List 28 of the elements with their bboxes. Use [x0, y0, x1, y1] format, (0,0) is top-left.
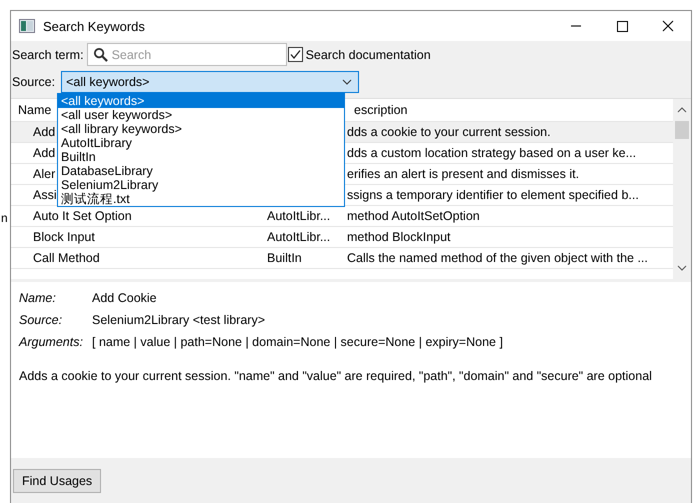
table-cell: Add — [33, 146, 56, 160]
field-value: [ name | value | path=None | domain=None | secure=None | expiry=None ] — [92, 335, 503, 349]
table-cell: method AutoItSetOption — [347, 209, 480, 223]
table-cell: Calls the named method of the given object with the ... — [347, 251, 648, 265]
field-label: Arguments: — [19, 335, 84, 349]
source-label: Source: — [12, 74, 56, 88]
table-cell: erifies an alert is present and dismisses it. — [347, 167, 580, 181]
table-cell: BuiltIn — [267, 251, 302, 265]
field-value: Add Cookie — [92, 291, 157, 305]
table-cell: ssigns a temporary identifier to element specified b... — [347, 188, 639, 202]
table-cell: dds a cookie to your current session. — [347, 125, 551, 139]
field-label: Name: — [19, 291, 57, 305]
table-cell: method BlockInput — [347, 230, 451, 244]
search-term-label: Search term: — [12, 48, 84, 62]
table-cell: dds a custom location strategy based on a user ke... — [347, 146, 636, 160]
table-cell: Call Method — [33, 251, 100, 265]
table-cell: AutoItLibr... — [267, 209, 330, 223]
table-cell: Assi — [33, 188, 57, 202]
table-cell: Block Input — [33, 230, 95, 244]
window-title: Search Keywords — [43, 18, 145, 34]
field-label: Source: — [19, 313, 64, 327]
table-cell: Auto It Set Option — [33, 209, 132, 223]
table-cell: AutoItLibr... — [267, 230, 330, 244]
table-cell: Aler — [33, 167, 56, 181]
background-text: n — [1, 211, 8, 225]
field-value: Selenium2Library <test library> — [92, 313, 265, 327]
table-cell: Add — [33, 125, 56, 139]
description-text: Adds a cookie to your current session. "name" and "value" are required, "path", "domain" and "secure" are optional — [19, 369, 653, 383]
